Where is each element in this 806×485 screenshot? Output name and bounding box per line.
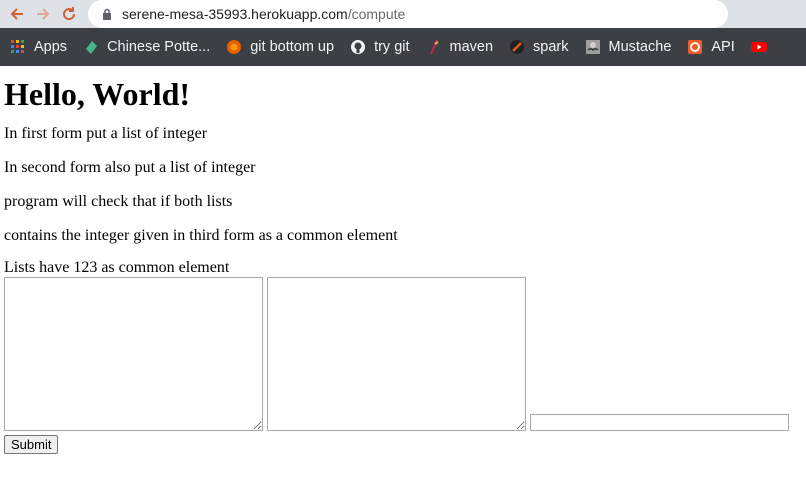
bookmark-chinese-pottery[interactable]: Chinese Potte... xyxy=(83,39,210,55)
list2-textarea[interactable] xyxy=(267,277,526,431)
youtube-icon xyxy=(750,39,767,55)
url-host: serene-mesa-35993.herokuapp.com xyxy=(122,6,348,22)
submit-button[interactable]: Submit xyxy=(4,435,59,454)
reload-icon[interactable] xyxy=(60,5,78,23)
bookmarks-bar: Apps Chinese Potte... git bottom up try … xyxy=(0,28,806,66)
bookmark-spark[interactable]: spark xyxy=(509,39,569,55)
compute-form: Submit xyxy=(4,277,802,454)
url-path: /compute xyxy=(347,6,406,22)
result-text: Lists have 123 as common element xyxy=(4,259,230,276)
page-title: Hello, World! xyxy=(4,76,191,112)
bookmark-maven[interactable]: maven xyxy=(426,39,493,55)
feather-icon xyxy=(426,39,442,55)
forward-arrow-icon[interactable] xyxy=(34,5,52,23)
firefox-icon xyxy=(226,39,242,55)
bookmark-git-bottom-up[interactable]: git bottom up xyxy=(226,39,334,55)
element-input[interactable] xyxy=(530,414,789,431)
bookmark-apps[interactable]: Apps xyxy=(10,39,67,55)
instruction-line-2: In second form also put a list of intege… xyxy=(4,159,256,176)
page-content: Hello, World! In first form put a list o… xyxy=(0,76,806,454)
browser-toolbar: serene-mesa-35993.herokuapp.com/compute xyxy=(0,0,806,28)
bookmark-mustache[interactable]: Mustache xyxy=(585,39,671,55)
lock-icon xyxy=(98,8,116,20)
gem-icon xyxy=(83,39,99,55)
instruction-line-4: contains the integer given in third form… xyxy=(4,227,398,244)
address-bar[interactable]: serene-mesa-35993.herokuapp.com/compute xyxy=(88,0,728,28)
bookmark-try-git[interactable]: try git xyxy=(350,39,410,55)
list1-textarea[interactable] xyxy=(4,277,263,431)
bookmark-api[interactable]: API xyxy=(687,39,735,55)
mustache-icon xyxy=(585,39,601,55)
spark-icon xyxy=(509,39,525,55)
github-icon xyxy=(350,39,366,55)
api-icon xyxy=(687,39,703,55)
bookmark-youtube[interactable] xyxy=(750,39,775,55)
instruction-line-1: In first form put a list of integer xyxy=(4,125,208,142)
apps-grid-icon xyxy=(10,39,26,55)
form-fields-row xyxy=(4,277,802,431)
instruction-line-3: program will check that if both lists xyxy=(4,193,233,210)
back-arrow-icon[interactable] xyxy=(8,5,26,23)
